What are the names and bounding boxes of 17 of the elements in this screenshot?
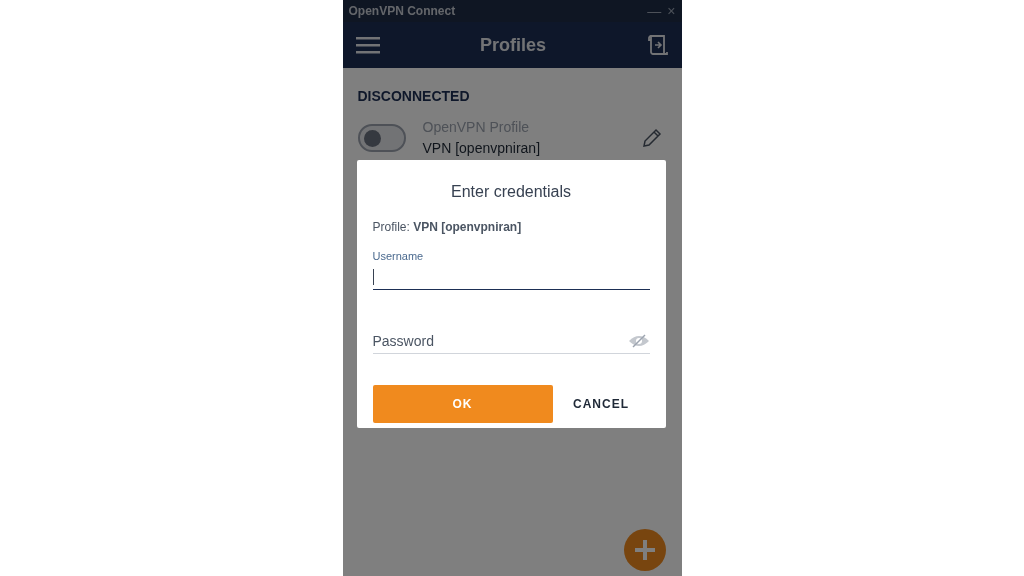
header-title: Profiles [479, 33, 547, 57]
connection-toggle[interactable] [357, 124, 406, 152]
add-profile-button[interactable] [623, 529, 666, 571]
close-button[interactable]: × [667, 4, 676, 18]
username-field[interactable]: Username [372, 248, 650, 290]
profile-subtitle: VPN [openvpniran] [422, 139, 541, 158]
dialog-title: Enter credentials [449, 182, 573, 202]
menu-icon[interactable] [355, 36, 380, 54]
profile-line: Profile: VPN [openvpniran] [372, 219, 523, 236]
ok-button[interactable]: OK [372, 385, 553, 423]
eye-slash-icon[interactable] [627, 334, 650, 348]
import-file-icon[interactable] [646, 33, 669, 57]
cancel-button[interactable]: CANCEL [552, 385, 650, 423]
minimize-button[interactable]: — [647, 4, 662, 18]
window-title: OpenVPN Connect [348, 3, 456, 20]
pencil-icon[interactable] [640, 127, 663, 149]
connection-status: DISCONNECTED [357, 87, 471, 106]
